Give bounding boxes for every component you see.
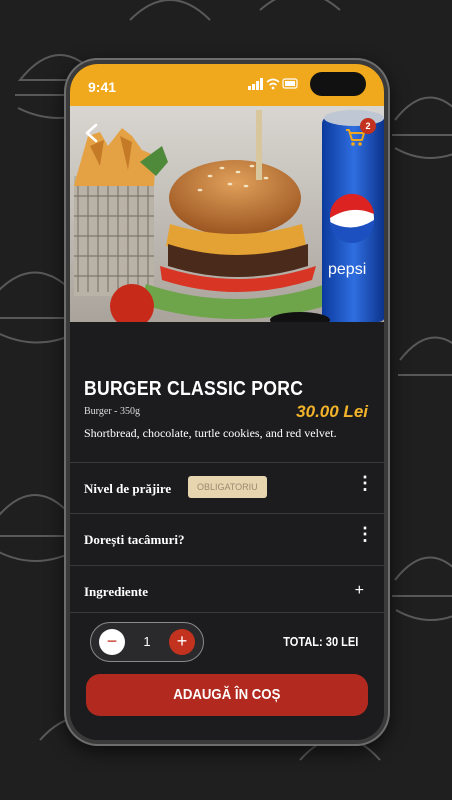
product-category: Burger (84, 406, 112, 417)
product-weight: 350g (119, 406, 140, 417)
status-time: 9:41 (88, 79, 117, 95)
product-image: pepsi (70, 106, 384, 322)
option-ingredients[interactable]: Ingrediente + (70, 565, 384, 613)
more-vertical-icon[interactable]: ⋮ (356, 474, 374, 492)
product-description: Shortbread, chocolate, turtle cookies, a… (84, 426, 337, 440)
option-label: Dorești tacâmuri? (84, 532, 185, 547)
option-frying-level[interactable]: Nivel de prăjire OBLIGATORIU ⋮ (70, 462, 384, 513)
increase-button[interactable]: + (169, 629, 195, 655)
more-vertical-icon[interactable]: ⋮ (356, 525, 374, 543)
phone-frame: 9:41 pepsi 2 BURGER CLASSIC PORC 30.00 L… (64, 58, 390, 746)
camera-cutout (310, 72, 366, 96)
product-details: BURGER CLASSIC PORC 30.00 Lei Burger - 3… (70, 322, 384, 740)
product-title: BURGER CLASSIC PORC (84, 378, 304, 400)
decrease-button[interactable]: − (99, 629, 125, 655)
quantity-value: 1 (143, 634, 151, 649)
cart-button[interactable]: 2 (344, 118, 376, 152)
battery-icon (282, 78, 298, 89)
status-bar: 9:41 (70, 64, 384, 106)
quantity-stepper: − 1 + (90, 622, 204, 662)
chevron-left-icon (85, 123, 98, 143)
signal-icon (248, 78, 263, 90)
cart-count-badge: 2 (360, 118, 376, 134)
option-cutlery[interactable]: Dorești tacâmuri? ⋮ (70, 513, 384, 564)
add-to-cart-button[interactable]: ADAUGĂ ÎN COȘ (86, 674, 368, 716)
product-meta: Burger - 350g (84, 406, 140, 417)
option-label: Nivel de prăjire (84, 481, 172, 496)
wifi-icon (266, 78, 280, 86)
status-icons (248, 77, 300, 96)
add-to-cart-label: ADAUGĂ ÎN COȘ (173, 686, 281, 703)
phone-screen: 9:41 pepsi 2 BURGER CLASSIC PORC 30.00 L… (70, 64, 384, 740)
product-price: 30.00 Lei (296, 402, 368, 421)
required-badge: OBLIGATORIU (188, 476, 267, 498)
order-total: TOTAL: 30 LEI (282, 634, 358, 649)
back-button[interactable] (82, 122, 104, 146)
option-label: Ingrediente (84, 584, 149, 599)
svg-text:pepsi: pepsi (328, 261, 366, 278)
plus-icon[interactable]: + (355, 582, 364, 600)
